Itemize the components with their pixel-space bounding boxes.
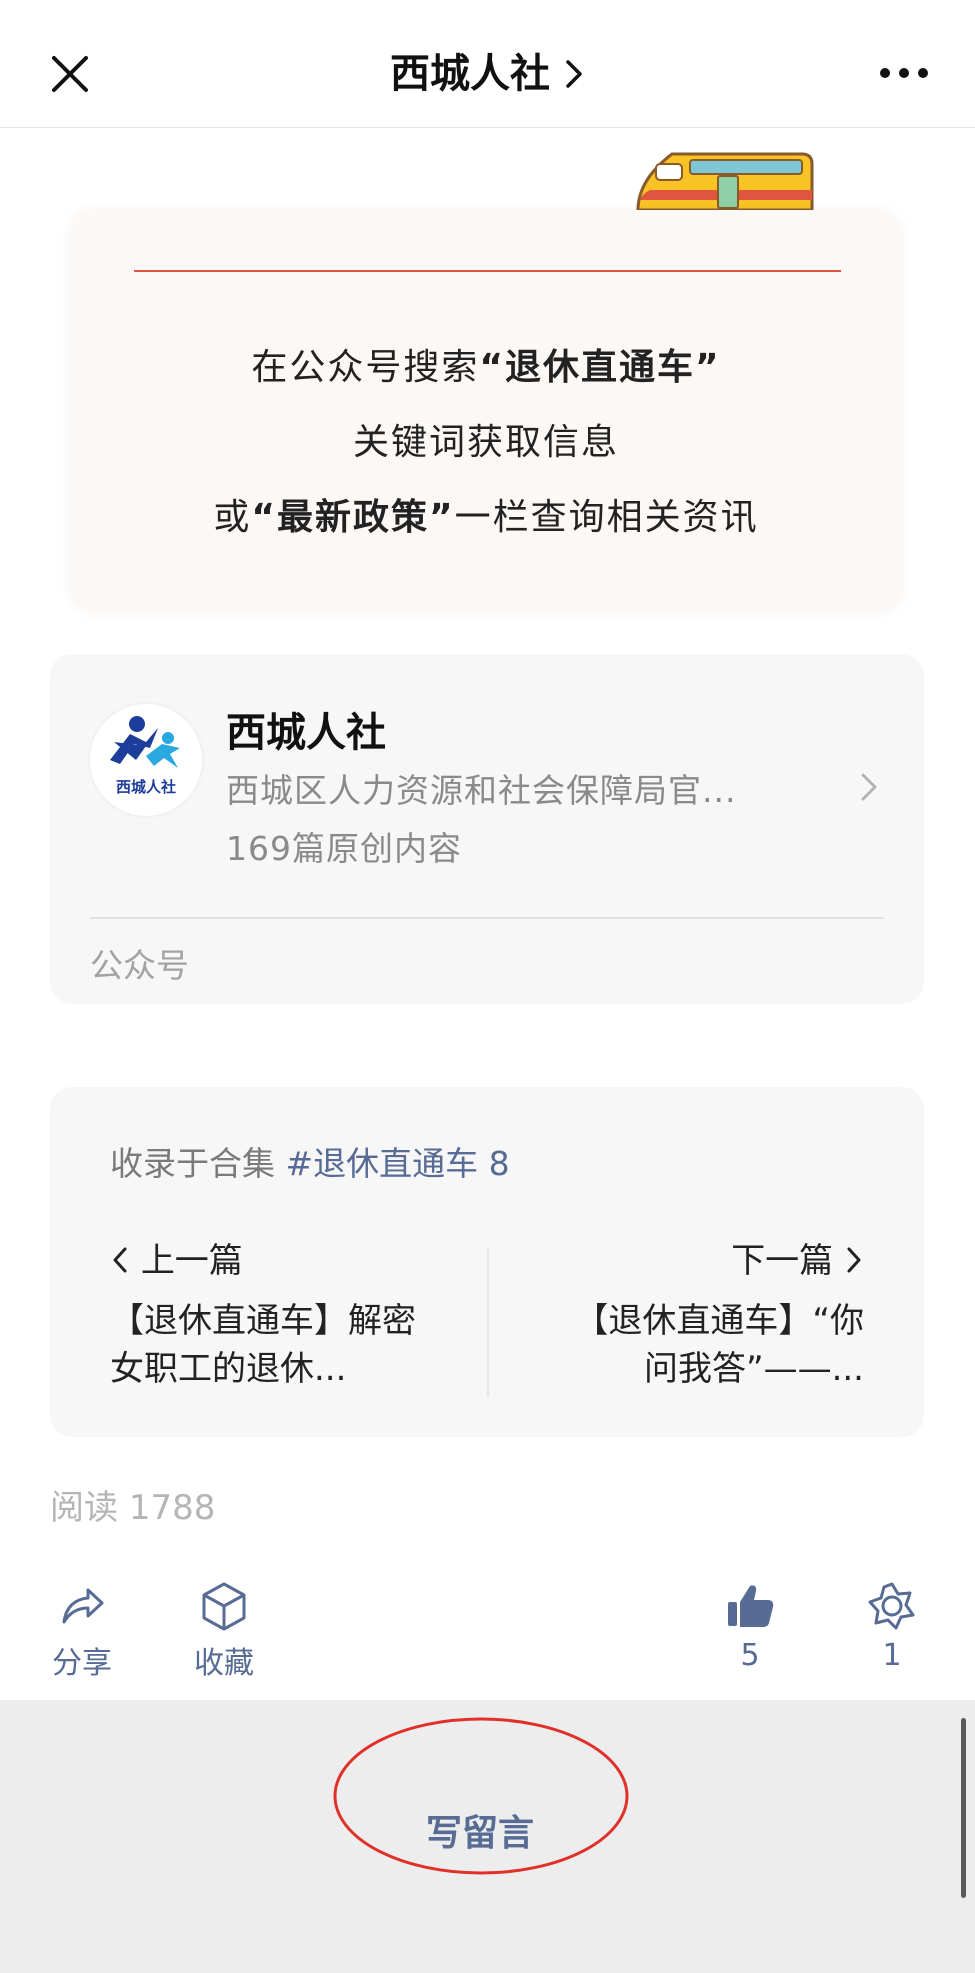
- banner-line-1: 在公众号搜索“退休直通车”: [251, 347, 721, 388]
- promo-banner: 在公众号搜索“退休直通车” 关键词获取信息 或“最新政策”一栏查询相关资讯: [70, 210, 902, 612]
- account-avatar: 西城人社: [90, 704, 202, 816]
- share-button[interactable]: 分享: [32, 1580, 132, 1682]
- account-card[interactable]: 西城人社 西城人社 西城区人力资源和社会保障局官... 169篇原创内容 公众号: [50, 654, 924, 1004]
- page-title: 西城人社: [389, 51, 550, 97]
- next-article-title[interactable]: 【退休直通车】“你问我答”——...: [554, 1297, 864, 1393]
- more-dots-icon[interactable]: [876, 58, 932, 88]
- collection-tag-link[interactable]: #退休直通车 8: [286, 1144, 510, 1183]
- like-button[interactable]: 5: [700, 1580, 800, 1673]
- banner-divider: [134, 270, 841, 272]
- share-icon: [62, 1588, 104, 1624]
- collect-button[interactable]: 收藏: [174, 1580, 274, 1682]
- chevron-right-icon: [566, 60, 582, 88]
- account-title-link[interactable]: 西城人社: [0, 44, 975, 104]
- collection-header: 收录于合集 #退休直通车 8: [110, 1144, 510, 1183]
- cube-icon: [202, 1582, 246, 1631]
- prev-article-label[interactable]: 上一篇: [110, 1233, 243, 1282]
- svg-text:西城人社: 西城人社: [116, 778, 176, 796]
- wow-count: 1: [882, 1638, 902, 1673]
- xicheng-logo-icon: 西城人社: [110, 716, 180, 796]
- share-label: 分享: [52, 1646, 112, 1681]
- banner-line-3: 或“最新政策”一栏查询相关资讯: [213, 497, 759, 538]
- banner-line-2: 关键词获取信息: [352, 422, 619, 463]
- original-content-count: 169篇原创内容: [226, 829, 462, 868]
- banner-text: 在公众号搜索“退休直通车” 关键词获取信息 或“最新政策”一栏查询相关资讯: [70, 330, 902, 555]
- write-comment-button[interactable]: 写留言: [330, 1770, 630, 1890]
- comment-bar: 写留言: [0, 1700, 975, 1973]
- thumbs-up-icon: [728, 1585, 774, 1627]
- account-type-label: 公众号: [90, 946, 189, 985]
- account-name: 西城人社: [226, 710, 386, 756]
- read-count: 阅读 1788: [50, 1488, 216, 1528]
- chevron-right-icon: [847, 1247, 861, 1273]
- wow-star-icon: [868, 1582, 915, 1630]
- card-divider: [90, 917, 884, 919]
- train-illustration: [636, 152, 814, 212]
- chevron-right-icon: [861, 773, 877, 801]
- chevron-left-icon: [113, 1247, 127, 1273]
- account-description: 西城区人力资源和社会保障局官...: [226, 771, 737, 810]
- like-count: 5: [740, 1638, 760, 1673]
- nav-divider: [487, 1247, 489, 1397]
- prev-article-title[interactable]: 【退休直通车】解密女职工的退休...: [110, 1297, 420, 1393]
- collect-label: 收藏: [194, 1646, 254, 1681]
- wow-button[interactable]: 1: [842, 1580, 942, 1673]
- collection-card: 收录于合集 #退休直通车 8 上一篇 下一篇 【退休直通车】解密女职工的退休..…: [50, 1087, 924, 1437]
- next-article-label[interactable]: 下一篇: [731, 1233, 864, 1282]
- top-nav-bar: 西城人社: [0, 0, 975, 128]
- scrollbar[interactable]: [961, 1718, 966, 1898]
